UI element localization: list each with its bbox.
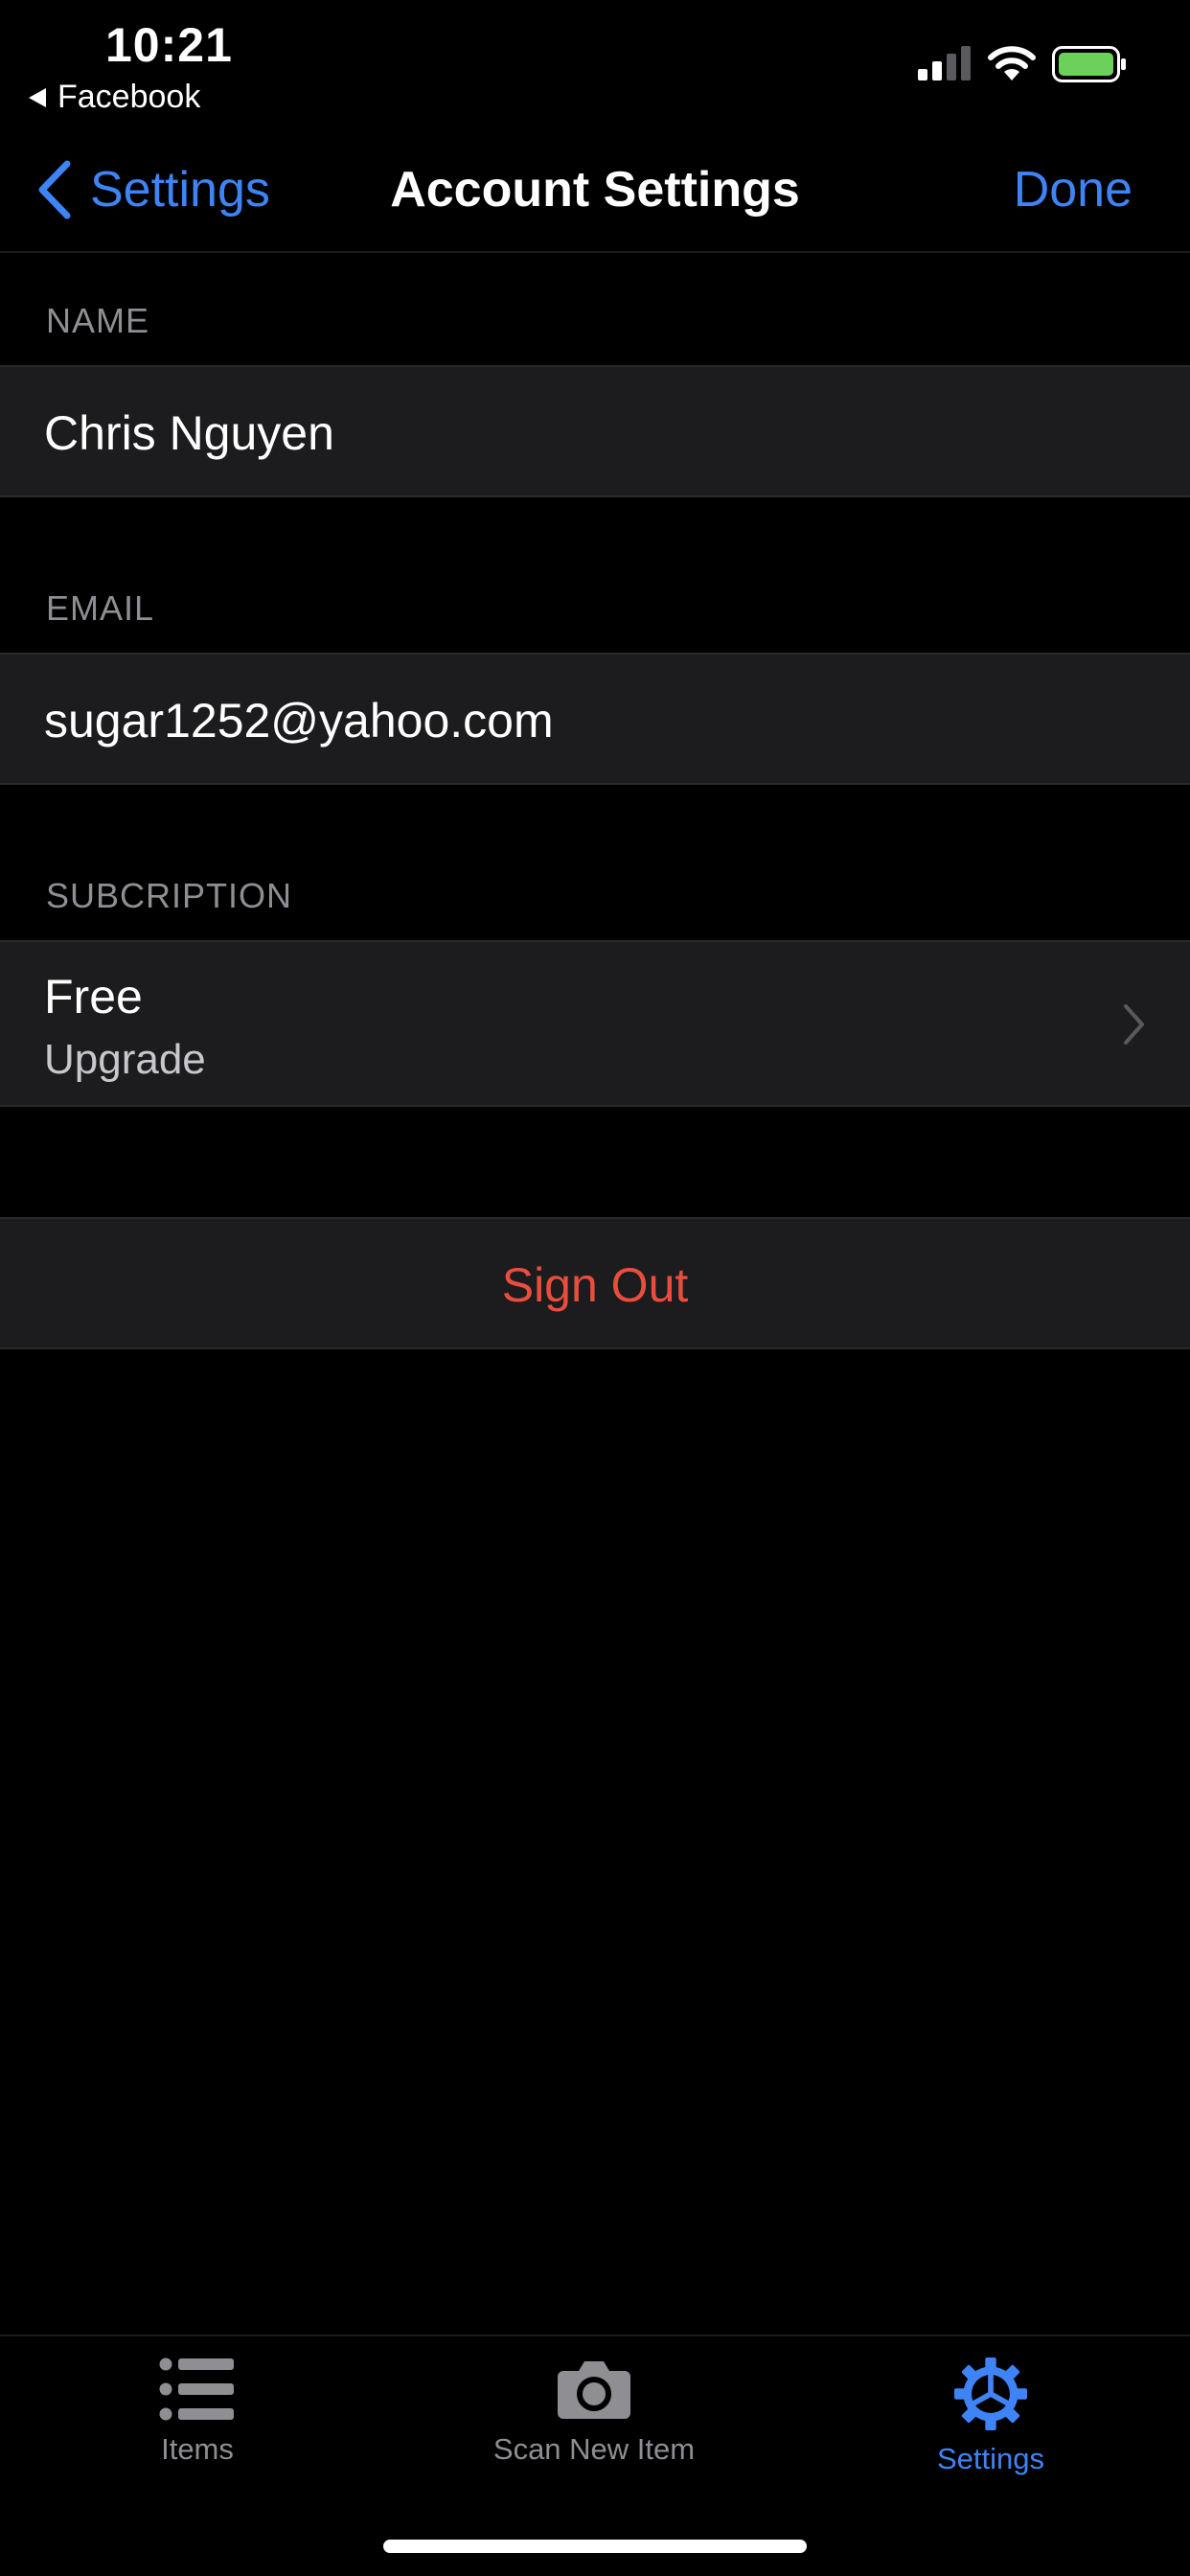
back-app-label: Facebook [57,79,201,115]
section-header-subscription: SUBCRIPTION [46,876,293,915]
list-icon [159,2358,234,2421]
back-to-app-link[interactable]: Facebook [29,79,200,116]
name-value: Chris Nguyen [44,406,334,460]
sign-out-cell[interactable]: Sign Out [0,1217,1190,1349]
sign-out-button[interactable]: Sign Out [0,1257,1190,1313]
email-cell[interactable]: sugar1252@yahoo.com [0,653,1190,785]
tab-items-label: Items [161,2432,234,2466]
page-title: Account Settings [390,162,800,218]
cellular-signal-icon [918,46,971,80]
subscription-plan: Free [44,970,143,1024]
navigation-bar: Settings Account Settings Done [0,125,1190,253]
section-header-name: NAME [46,301,150,340]
tab-settings-label: Settings [936,2442,1044,2475]
section-header-email: EMAIL [46,588,155,628]
wifi-icon [988,46,1036,80]
tab-scan-label: Scan New Item [492,2432,696,2466]
done-button[interactable]: Done [1014,159,1133,220]
battery-icon [1052,46,1126,82]
tab-settings[interactable]: Settings [847,2358,1134,2476]
email-value: sugar1252@yahoo.com [44,694,554,748]
tab-items[interactable]: Items [54,2358,341,2467]
camera-icon [558,2361,630,2419]
name-cell[interactable]: Chris Nguyen [0,365,1190,497]
gear-icon [954,2358,1027,2430]
upgrade-label: Upgrade [44,1036,206,1083]
back-triangle-icon [29,87,46,107]
tab-scan-new-item[interactable]: Scan New Item [450,2358,738,2467]
status-bar: 10:21 Facebook [0,0,1190,125]
status-time: 10:21 [105,18,233,72]
home-indicator[interactable] [383,2540,807,2553]
chevron-right-icon [1124,1004,1144,1045]
subscription-cell[interactable]: Free Upgrade [0,940,1190,1107]
